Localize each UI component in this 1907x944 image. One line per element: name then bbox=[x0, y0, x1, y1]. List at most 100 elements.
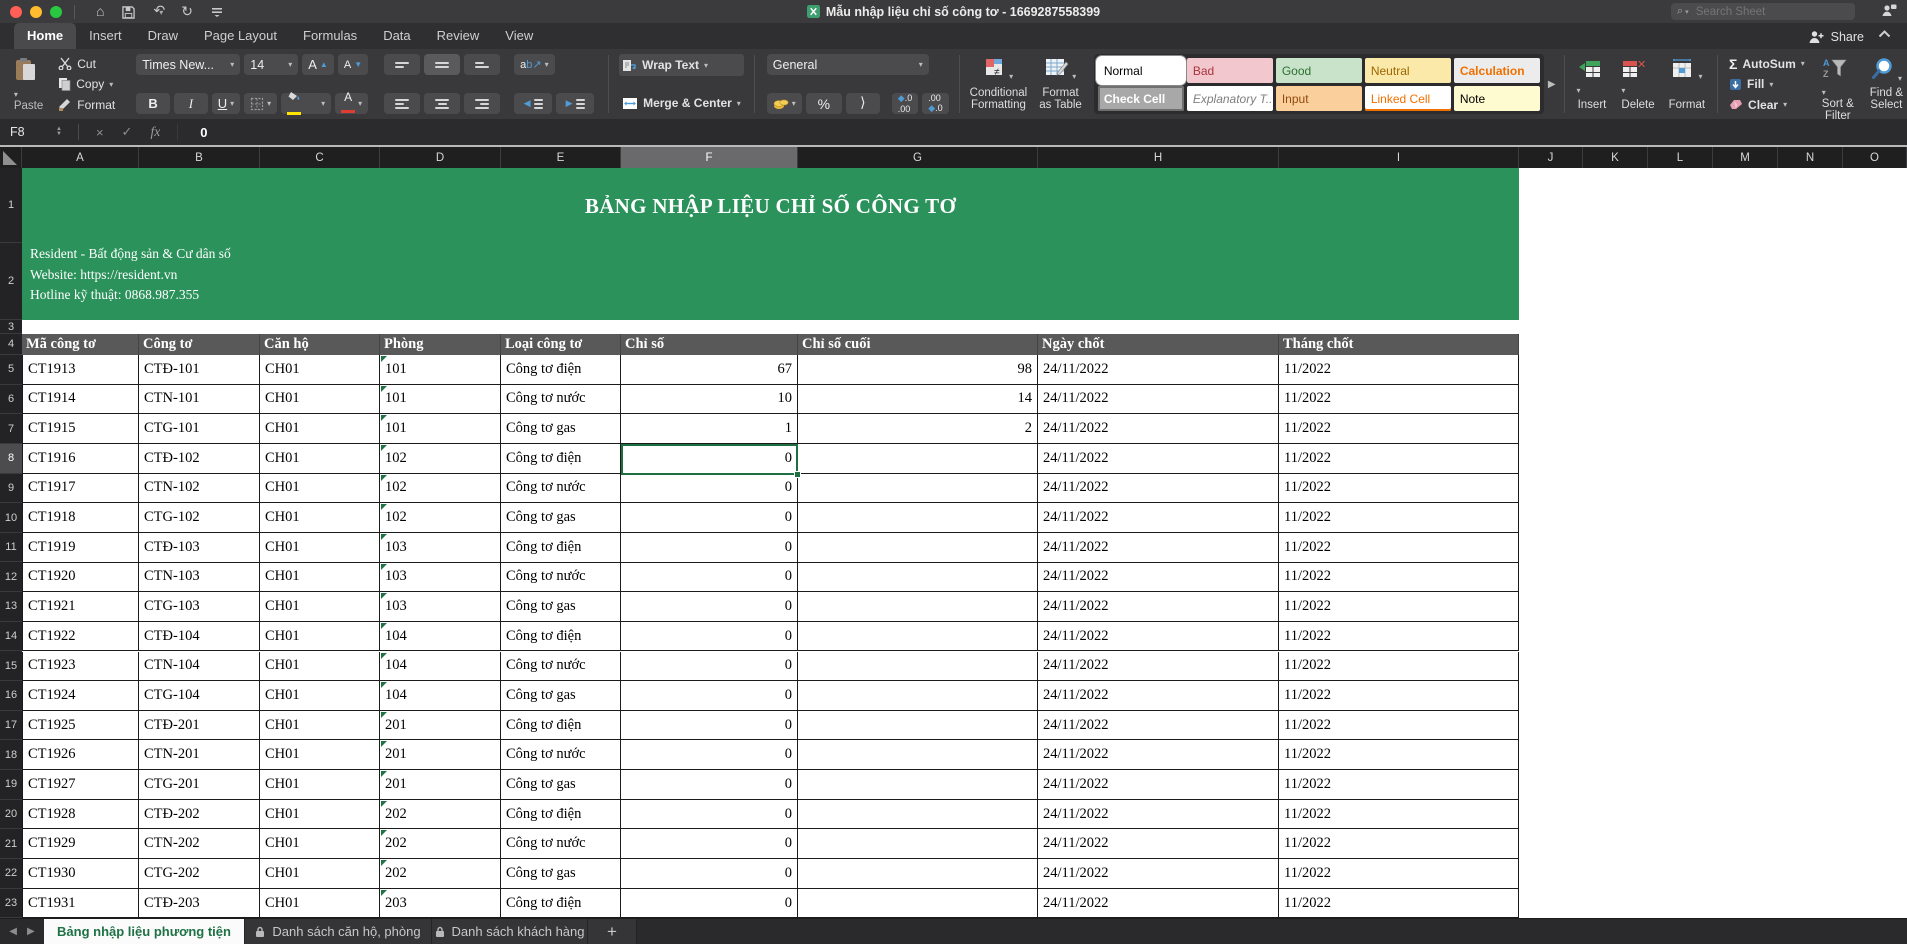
row-header-9[interactable]: 9 bbox=[0, 474, 22, 504]
row-header-3[interactable]: 3 bbox=[0, 320, 22, 334]
share-button[interactable]: Share bbox=[1808, 30, 1864, 49]
cell-style-normal[interactable]: Normal bbox=[1098, 58, 1184, 83]
cell[interactable]: 101 bbox=[380, 414, 501, 444]
cell[interactable]: 103 bbox=[380, 592, 501, 622]
cell[interactable]: CH01 bbox=[260, 652, 380, 682]
row-header-13[interactable]: 13 bbox=[0, 592, 22, 622]
format-painter-button[interactable]: Format bbox=[55, 95, 118, 114]
cell[interactable]: 201 bbox=[380, 740, 501, 770]
fill-color-button[interactable]: ▾ bbox=[281, 93, 331, 114]
name-box[interactable]: F8 bbox=[0, 125, 56, 139]
cell[interactable]: CT1916 bbox=[22, 444, 139, 474]
cell[interactable]: CT1926 bbox=[22, 740, 139, 770]
cell[interactable]: Công tơ điện bbox=[501, 622, 621, 652]
column-header-G[interactable]: G bbox=[798, 147, 1038, 168]
cell[interactable]: CTN-201 bbox=[139, 740, 260, 770]
cell[interactable]: 104 bbox=[380, 681, 501, 711]
cell[interactable]: CT1927 bbox=[22, 770, 139, 800]
cell[interactable]: CT1919 bbox=[22, 533, 139, 563]
wrap-text-button[interactable]: Wrap Text▾ bbox=[619, 54, 744, 76]
cell[interactable]: 0 bbox=[621, 681, 798, 711]
cell[interactable]: CTĐ-201 bbox=[139, 711, 260, 741]
cell[interactable]: CH01 bbox=[260, 859, 380, 889]
borders-button[interactable]: ▾ bbox=[244, 93, 277, 114]
cell[interactable]: CH01 bbox=[260, 503, 380, 533]
cell[interactable]: Công tơ điện bbox=[501, 800, 621, 830]
cell[interactable]: Công tơ gas bbox=[501, 503, 621, 533]
column-header-J[interactable]: J bbox=[1519, 147, 1583, 168]
cell[interactable]: CT1930 bbox=[22, 859, 139, 889]
cell[interactable]: 0 bbox=[621, 563, 798, 593]
ribbon-tab-data[interactable]: Data bbox=[370, 23, 423, 49]
column-header-F[interactable]: F bbox=[621, 147, 798, 168]
close-window-button[interactable] bbox=[10, 6, 22, 18]
column-header-B[interactable]: B bbox=[139, 147, 260, 168]
cell[interactable]: 0 bbox=[621, 829, 798, 859]
column-header-H[interactable]: H bbox=[1038, 147, 1279, 168]
cell[interactable]: 24/11/2022 bbox=[1038, 355, 1279, 385]
cell[interactable]: Công tơ nước bbox=[501, 652, 621, 682]
bold-button[interactable]: B bbox=[136, 93, 170, 114]
cell[interactable] bbox=[798, 474, 1038, 504]
cell[interactable] bbox=[798, 889, 1038, 918]
cell[interactable]: 0 bbox=[621, 711, 798, 741]
cell-style-input[interactable]: Input bbox=[1276, 86, 1362, 111]
formula-input[interactable]: 0 bbox=[200, 125, 207, 140]
cell[interactable]: CTĐ-101 bbox=[139, 355, 260, 385]
cell[interactable]: 11/2022 bbox=[1279, 652, 1519, 682]
cell[interactable]: 101 bbox=[380, 355, 501, 385]
cell[interactable]: 0 bbox=[621, 740, 798, 770]
collapse-ribbon-button[interactable] bbox=[1878, 25, 1891, 49]
cell[interactable]: 24/11/2022 bbox=[1038, 592, 1279, 622]
ribbon-tab-home[interactable]: Home bbox=[14, 23, 76, 49]
cell[interactable]: 24/11/2022 bbox=[1038, 503, 1279, 533]
cell[interactable]: CTĐ-202 bbox=[139, 800, 260, 830]
row-header-12[interactable]: 12 bbox=[0, 562, 22, 592]
autosum-button[interactable]: Σ AutoSum▾ bbox=[1726, 54, 1808, 73]
row-header-23[interactable]: 23 bbox=[0, 889, 22, 918]
undo-icon[interactable]: ↶▾ bbox=[153, 0, 163, 24]
cell[interactable]: Công tơ nước bbox=[501, 474, 621, 504]
sheet-tab[interactable]: Bảng nhập liệu phương tiện bbox=[44, 919, 245, 944]
enter-icon[interactable]: ✓ bbox=[122, 124, 133, 140]
cell[interactable]: 11/2022 bbox=[1279, 414, 1519, 444]
ribbon-tab-draw[interactable]: Draw bbox=[135, 23, 191, 49]
paste-button[interactable]: ▾ Paste bbox=[10, 54, 47, 114]
cell-style-calculation[interactable]: Calculation bbox=[1454, 58, 1540, 83]
insert-function-icon[interactable]: fx bbox=[150, 124, 160, 140]
cell[interactable]: 24/11/2022 bbox=[1038, 533, 1279, 563]
cell[interactable]: CT1918 bbox=[22, 503, 139, 533]
cell[interactable]: CH01 bbox=[260, 474, 380, 504]
sheet-tab[interactable]: Danh sách khách hàng bbox=[432, 919, 588, 944]
cell[interactable] bbox=[798, 800, 1038, 830]
ribbon-tab-review[interactable]: Review bbox=[424, 23, 493, 49]
cell[interactable]: 0 bbox=[621, 770, 798, 800]
cell[interactable]: 24/11/2022 bbox=[1038, 829, 1279, 859]
cell[interactable]: 0 bbox=[621, 533, 798, 563]
row-header-16[interactable]: 16 bbox=[0, 681, 22, 711]
delete-cells-button[interactable]: ✕ ▾ Delete bbox=[1617, 54, 1658, 114]
row-header-2[interactable]: 2 bbox=[0, 243, 22, 320]
sort-filter-button[interactable]: AZ ▾ Sort &Filter bbox=[1818, 54, 1858, 114]
cell-style-linked[interactable]: Linked Cell bbox=[1365, 86, 1451, 111]
cell[interactable]: CTN-101 bbox=[139, 385, 260, 415]
cell[interactable]: CH01 bbox=[260, 681, 380, 711]
cell[interactable]: 103 bbox=[380, 563, 501, 593]
cell[interactable]: 24/11/2022 bbox=[1038, 681, 1279, 711]
cell[interactable]: CT1925 bbox=[22, 711, 139, 741]
row-header-1[interactable]: 1 bbox=[0, 168, 22, 243]
cell[interactable]: Công tơ nước bbox=[501, 740, 621, 770]
cell[interactable]: CH01 bbox=[260, 770, 380, 800]
cell[interactable]: CTĐ-102 bbox=[139, 444, 260, 474]
underline-button[interactable]: U▾ bbox=[212, 93, 240, 114]
cell[interactable]: 11/2022 bbox=[1279, 829, 1519, 859]
column-header-D[interactable]: D bbox=[380, 147, 501, 168]
currency-format-button[interactable]: ▾ bbox=[767, 93, 802, 114]
cell[interactable]: CH01 bbox=[260, 414, 380, 444]
cell[interactable]: 102 bbox=[380, 503, 501, 533]
row-header-8[interactable]: 8 bbox=[0, 444, 22, 474]
cell[interactable]: CH01 bbox=[260, 385, 380, 415]
cell[interactable]: 202 bbox=[380, 859, 501, 889]
row-header-15[interactable]: 15 bbox=[0, 651, 22, 681]
cell[interactable]: 11/2022 bbox=[1279, 740, 1519, 770]
